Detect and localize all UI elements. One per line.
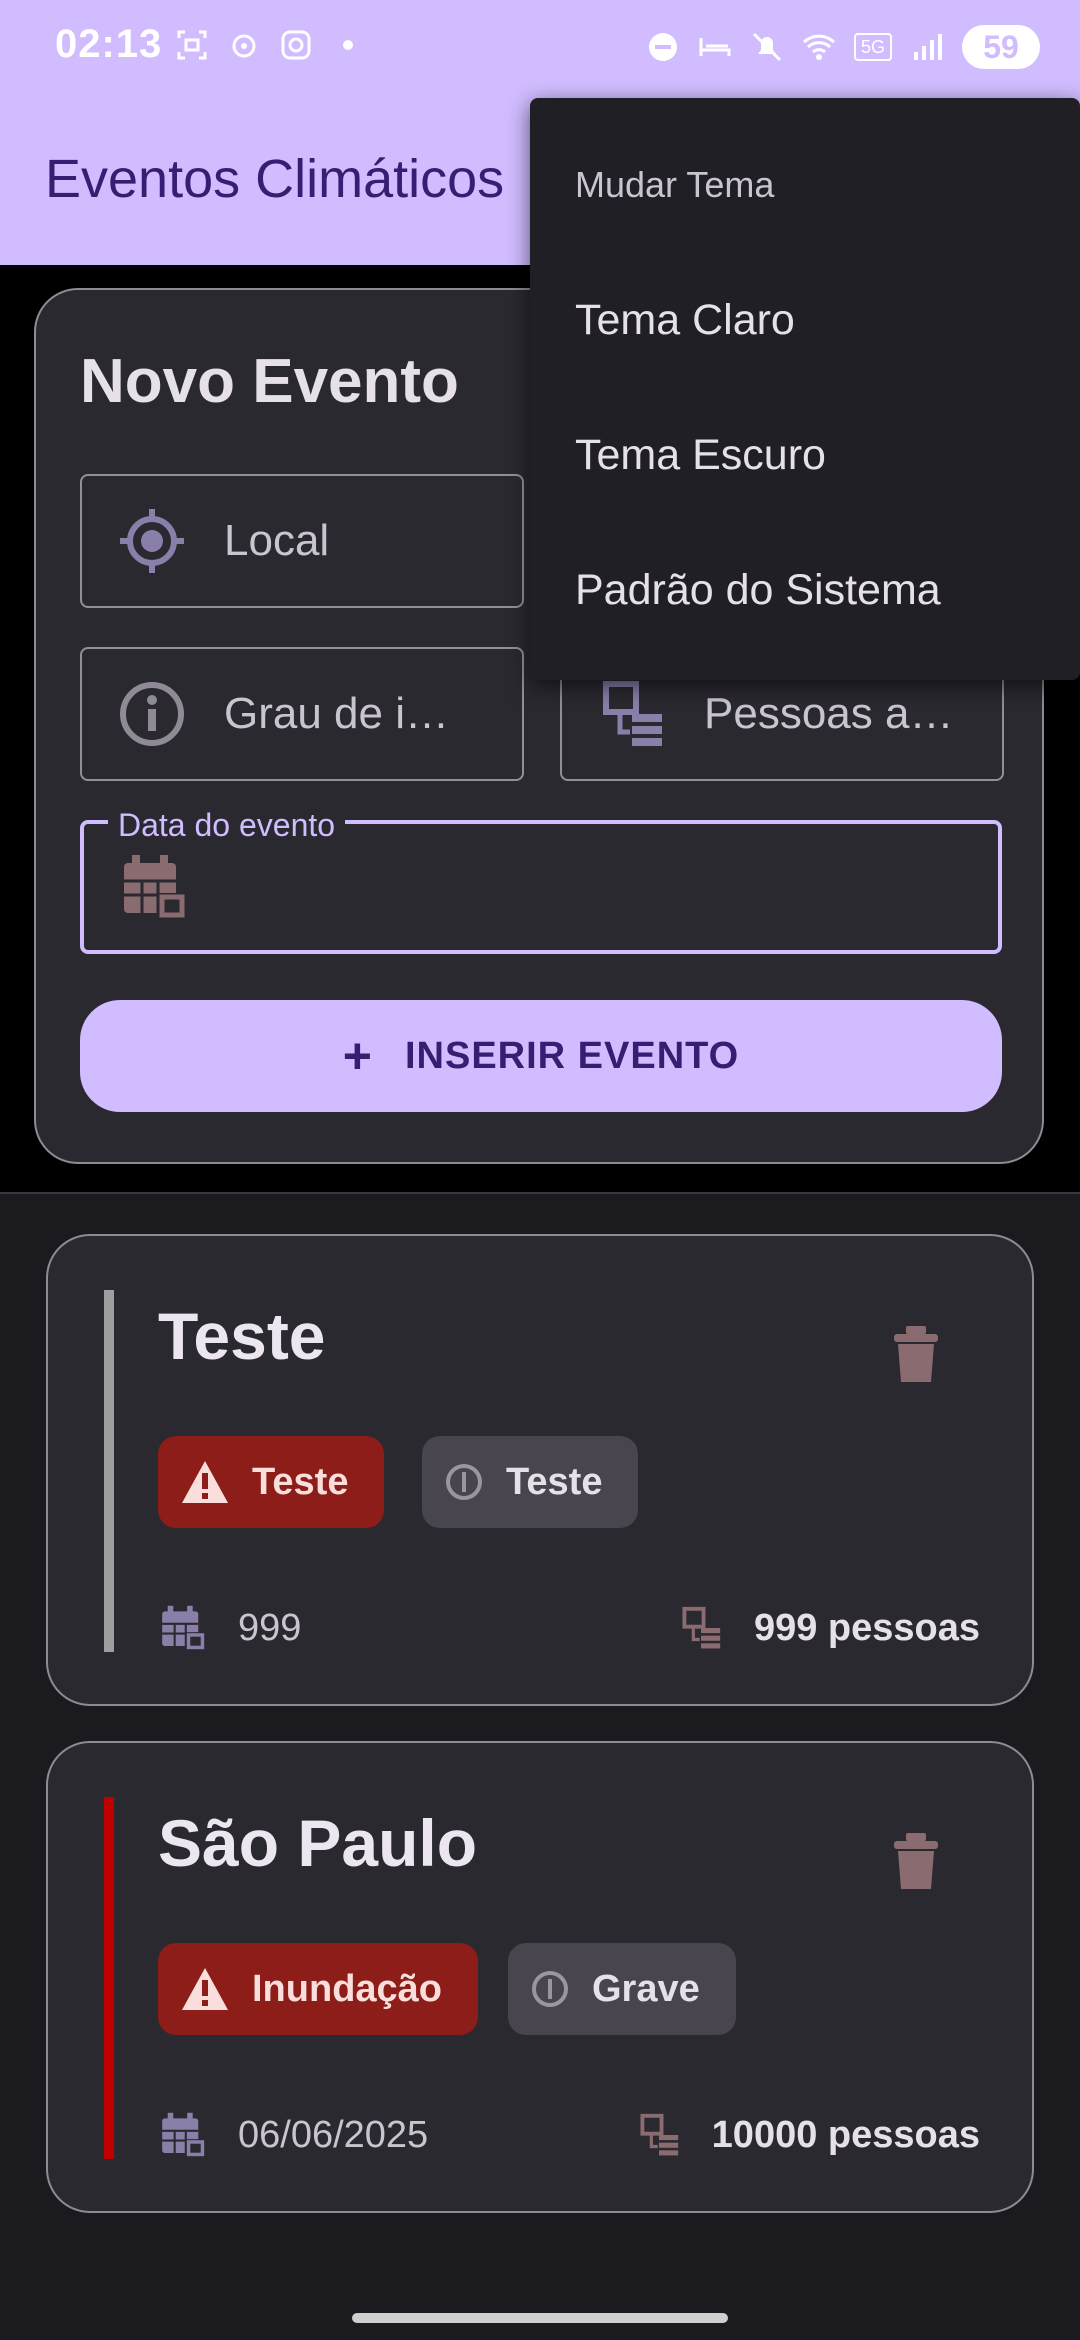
trash-icon [894,1326,938,1382]
local-input[interactable]: Local [80,474,524,608]
trash-icon [894,1833,938,1889]
event-severity-label: Grave [592,1967,700,2010]
instagram-icon [279,28,313,62]
people-list-icon [640,2113,678,2156]
menu-item-padrao-do-sistema[interactable]: Padrão do Sistema [575,566,941,615]
event-date-text: 06/06/2025 [238,2113,429,2156]
event-severity-chip: Teste [422,1436,639,1528]
location-icon [227,28,261,62]
plus-icon: + [342,1028,373,1084]
event-type-label: Teste [252,1460,349,1503]
inserir-evento-label: INSERIR EVENTO [404,1034,740,1077]
home-indicator[interactable] [352,2313,728,2323]
menu-item-tema-escuro[interactable]: Tema Escuro [575,431,826,480]
form-title: Novo Evento [80,347,459,416]
calendar-icon [114,847,194,927]
people-list-icon [682,1606,721,1649]
event-title: Teste [158,1299,326,1373]
info-icon [532,1971,568,2007]
event-severity-chip: Grave [508,1943,736,2035]
info-icon [446,1464,482,1500]
status-time: 02:13 [55,22,163,66]
app-title: Eventos Climáticos [45,149,505,209]
calendar-icon [162,1605,206,1651]
wifi-icon [802,30,836,64]
status-bar: 02:13 5G 59 [0,0,1080,100]
event-title: São Paulo [158,1806,478,1880]
5g-icon: 5G [854,33,892,61]
calendar-icon [162,2112,206,2158]
screenshot-icon [175,28,209,62]
sleep-icon [698,30,732,64]
section-divider [0,1192,1080,1194]
delete-event-button[interactable] [890,1831,942,1891]
signal-icon [910,30,944,64]
event-people-text: 999 pessoas [753,1606,980,1649]
grau-input[interactable]: Grau de i… [80,647,524,781]
theme-menu-header: Mudar Tema [575,164,775,205]
dot-icon [331,28,365,62]
event-people-text: 10000 pessoas [711,2113,980,2156]
grau-placeholder: Grau de i… [224,689,449,738]
data-do-evento-label: Data do evento [108,807,346,844]
warning-icon [182,1461,228,1503]
people-list-icon [592,674,672,754]
event-date: 06/06/2025 [158,2105,428,2165]
event-people: 999 pessoas [678,1598,980,1658]
event-card: Teste Teste Teste 999 999 pessoas [46,1234,1034,1706]
event-date-text: 999 [238,1606,302,1649]
dnd-icon [646,30,680,64]
event-date: 999 [158,1598,301,1658]
event-severity-label: Teste [506,1460,603,1503]
event-type-chip: Teste [158,1436,385,1528]
local-placeholder: Local [224,516,330,565]
event-card: São Paulo Inundação Grave 06/06/2025 100… [46,1741,1034,2213]
event-type-label: Inundação [252,1967,443,2010]
warning-icon [182,1968,228,2010]
event-people: 10000 pessoas [636,2105,980,2165]
battery-icon: 59 [962,25,1040,69]
theme-menu: Mudar Tema Tema Claro Tema Escuro Padrão… [530,98,1080,680]
delete-event-button[interactable] [890,1324,942,1384]
inserir-evento-button[interactable]: + INSERIR EVENTO [80,1000,1002,1112]
pessoas-placeholder: Pessoas a… [704,689,954,738]
info-icon [112,674,192,754]
mute-icon [750,30,784,64]
event-accent-bar [104,1797,114,2159]
menu-item-tema-claro[interactable]: Tema Claro [575,296,795,345]
event-accent-bar [104,1290,114,1652]
event-type-chip: Inundação [158,1943,479,2035]
crosshair-location-icon [112,501,192,581]
